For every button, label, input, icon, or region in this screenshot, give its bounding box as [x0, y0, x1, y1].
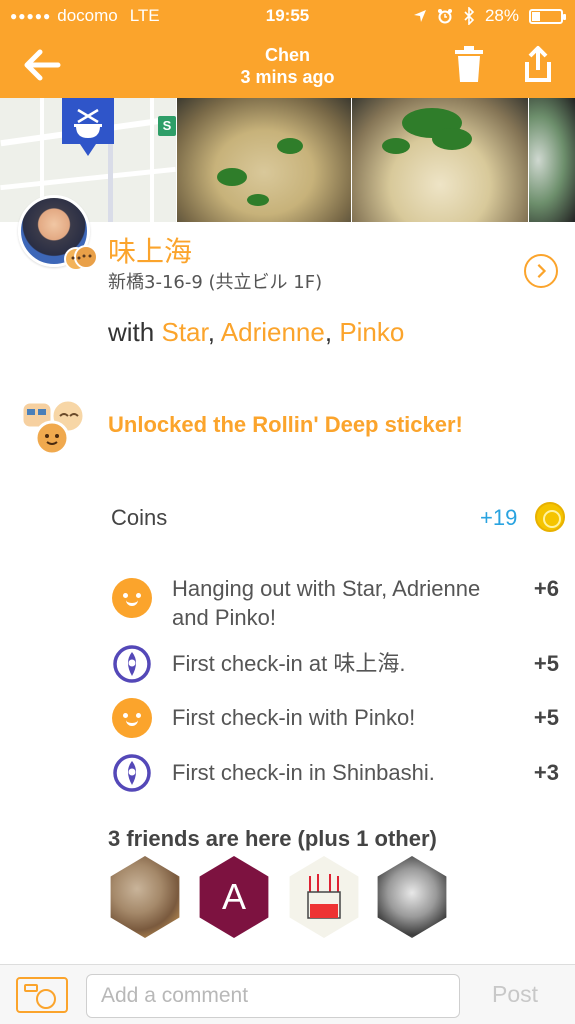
restaurant-pin-icon — [62, 98, 114, 156]
status-bar: ●●●●● docomo LTE 19:55 28% — [0, 0, 575, 32]
coin-reward-text: First check-in in Shinbashi. — [172, 760, 435, 785]
friend-avatar-drawing — [307, 874, 341, 919]
sticker-unlocked-text[interactable]: Unlocked the Rollin' Deep sticker! — [108, 412, 463, 438]
with-prefix: with — [108, 317, 155, 347]
bluetooth-icon — [464, 7, 475, 25]
venue-name[interactable]: 味上海 — [108, 230, 192, 270]
photo-thumbnail[interactable] — [529, 98, 575, 222]
station-marker: S — [158, 116, 176, 136]
coin-reward-points: +5 — [533, 651, 559, 676]
coin-reward-text: Hanging out with Star, Adrienne and Pink… — [172, 576, 481, 630]
checkin-user-name: Chen — [265, 45, 310, 65]
friend-link[interactable]: Pinko — [339, 317, 404, 347]
coin-reward-text: First check-in with Pinko! — [172, 705, 416, 730]
coin-reward-points: +6 — [533, 576, 559, 601]
checkin-pin-icon — [113, 754, 151, 792]
smiley-icon — [112, 698, 152, 738]
page-title: Chen 3 mins ago — [0, 44, 575, 88]
venue-map[interactable]: S — [0, 98, 176, 222]
chevron-right-icon[interactable] — [524, 254, 558, 288]
trash-icon[interactable] — [452, 44, 486, 84]
friend-avatar[interactable] — [377, 856, 447, 938]
coins-total: +19 — [480, 505, 518, 530]
comment-input[interactable] — [86, 974, 460, 1018]
battery-percent: 28% — [484, 6, 519, 25]
location-arrow-icon — [413, 10, 426, 22]
camera-icon[interactable] — [16, 977, 68, 1013]
share-icon[interactable] — [520, 44, 556, 84]
battery-icon — [529, 8, 566, 24]
friend-link[interactable]: Adrienne — [221, 317, 325, 347]
smiley-icon — [112, 578, 152, 618]
coin-reward-points: +3 — [533, 760, 559, 785]
venue-address: 新橋3-16-9 (共立ビル 1F) — [108, 272, 323, 293]
friends-here-title: 3 friends are here (plus 1 other) — [108, 826, 437, 851]
coin-icon — [535, 502, 565, 532]
coins-label: Coins — [111, 505, 168, 530]
coin-reward-points: +5 — [533, 705, 559, 730]
coin-reward-text: First check-in at 味上海. — [172, 651, 406, 676]
header-bar: ●●●●● docomo LTE 19:55 28% Chen 3 mins a… — [0, 0, 575, 98]
sticker-badge-icon — [64, 245, 98, 271]
comment-bar: Post — [0, 964, 575, 1024]
rollin-deep-sticker-icon[interactable] — [20, 396, 92, 456]
photo-thumbnail[interactable] — [177, 98, 351, 222]
checkin-time: 3 mins ago — [240, 67, 335, 87]
friend-avatar[interactable]: A — [199, 856, 269, 938]
alarm-icon — [437, 9, 452, 24]
friend-avatar[interactable] — [289, 856, 359, 938]
photo-strip[interactable]: S — [0, 98, 575, 222]
friend-avatar[interactable] — [110, 856, 180, 938]
with-friends-line: with Star, Adrienne, Pinko — [108, 317, 405, 347]
photo-thumbnail[interactable] — [352, 98, 528, 222]
checkin-pin-icon — [113, 645, 151, 683]
post-button[interactable]: Post — [492, 981, 538, 1008]
friend-link[interactable]: Star — [161, 317, 207, 347]
